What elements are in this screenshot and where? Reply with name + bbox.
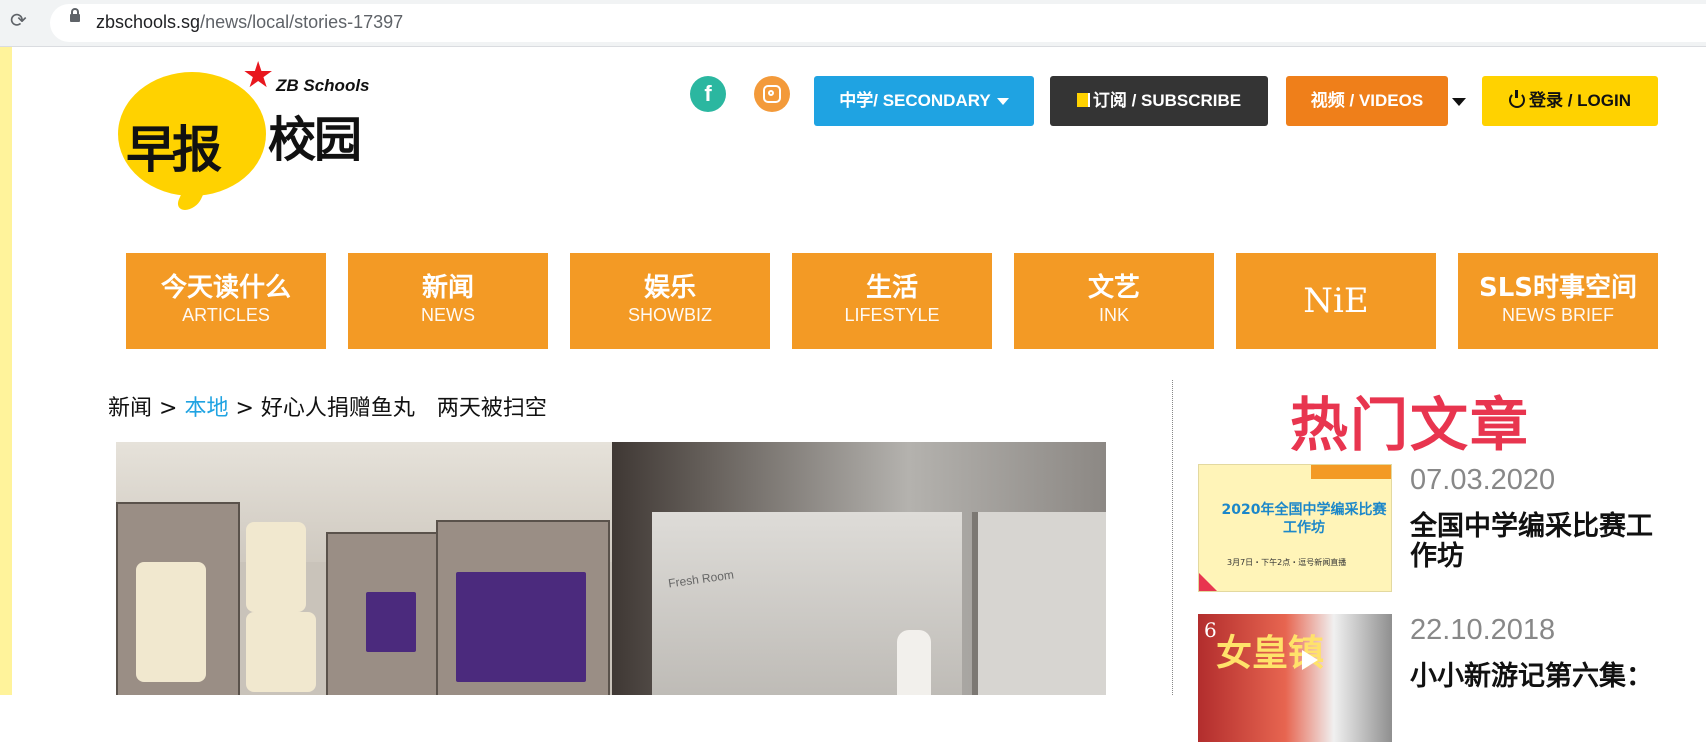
subscribe-button[interactable]: 订阅 / SUBSCRIBE (1050, 76, 1268, 126)
photo-package (366, 592, 416, 652)
subscribe-label: 订阅 / SUBSCRIBE (1092, 91, 1242, 110)
popular-articles-heading: 热门文章 (1289, 391, 1530, 459)
nav-articles[interactable]: 今天读什么 ARTICLES (126, 253, 326, 349)
instagram-glyph (763, 85, 781, 103)
thumbnail-episode-number: 6 (1204, 618, 1217, 642)
photo-fridges-outside (116, 442, 612, 695)
photo-fridge-open: Fresh Room (612, 442, 1106, 695)
article-title-link[interactable]: 全国中学编采比赛工作坊 (1410, 512, 1672, 572)
thumbnail-title: 2020年全国中学编采比赛工作坊 (1221, 502, 1387, 536)
nav-label-cn: 生活 (865, 273, 918, 303)
photo-bottle (897, 630, 931, 695)
nav-label-en: LIFESTYLE (844, 305, 940, 325)
nav-news-brief[interactable]: SLS时事空间 NEWS BRIEF (1458, 253, 1658, 349)
nav-label-cn: SLS时事空间 (1478, 273, 1638, 303)
article-thumbnail[interactable]: 6 女皇镇 (1198, 614, 1392, 742)
photo-fridge-door (972, 512, 1106, 695)
nav-lifestyle[interactable]: 生活 LIFESTYLE (792, 253, 992, 349)
nav-nie[interactable]: NiE (1236, 253, 1436, 349)
star-icon: ★ (242, 55, 275, 96)
facebook-icon[interactable]: f (690, 76, 726, 112)
photo-fishball-bag (246, 522, 306, 612)
breadcrumb-separator: > (228, 396, 261, 421)
nav-label-en: ARTICLES (182, 305, 270, 325)
instagram-icon[interactable] (754, 76, 790, 112)
left-edge-strip (0, 0, 12, 695)
lock-icon[interactable] (70, 8, 80, 22)
site-logo[interactable]: ★ ZB Schools 早报 校园 (118, 58, 418, 226)
thumbnail-corner (1199, 573, 1217, 591)
play-icon (1302, 650, 1318, 670)
article-title-link[interactable]: 小小新游记第六集： (1410, 662, 1672, 692)
nav-ink[interactable]: 文艺 INK (1014, 253, 1214, 349)
nav-label-cn: 今天读什么 (160, 273, 291, 303)
browser-address-bar: ⟳ zbschools.sg/news/local/stories-17397 (0, 0, 1706, 47)
photo-package (456, 572, 586, 682)
power-icon (1509, 90, 1525, 108)
url-path: /news/local/stories-17397 (200, 12, 404, 32)
nav-news[interactable]: 新闻 NEWS (348, 253, 548, 349)
nav-label-nie: NiE (1303, 281, 1369, 321)
nav-showbiz[interactable]: 娱乐 SHOWBIZ (570, 253, 770, 349)
nav-label-cn: 文艺 (1087, 273, 1140, 303)
article-date: 07.03.2020 (1410, 464, 1556, 496)
photo-fishball-bag (246, 612, 316, 692)
reload-icon[interactable]: ⟳ (10, 8, 27, 32)
nav-label-en: NEWS (421, 305, 475, 325)
breadcrumb-section[interactable]: 新闻 (108, 396, 152, 421)
article-date: 22.10.2018 (1410, 614, 1556, 646)
nav-label-en: SHOWBIZ (628, 305, 712, 325)
nav-label-cn: 娱乐 (643, 273, 696, 303)
login-label: 登录 / LOGIN (1529, 91, 1631, 110)
logo-brand-en: ZB Schools (276, 76, 370, 95)
photo-fishball-bag (136, 562, 206, 682)
article-thumbnail[interactable]: 2020年全国中学编采比赛工作坊 3月7日・下午2点・逗号新闻直播 (1198, 464, 1392, 592)
nav-label-en: INK (1098, 305, 1129, 325)
chevron-down-icon (996, 98, 1009, 106)
breadcrumb-subsection-link[interactable]: 本地 (184, 396, 228, 421)
logo-brand-cn-1: 早报 (126, 121, 222, 179)
nav-label-cn: 新闻 (421, 273, 474, 303)
book-icon (1076, 93, 1090, 107)
secondary-label: 中学/ SECONDARY (839, 91, 991, 110)
thumbnail-stripe (1311, 465, 1391, 479)
url-field[interactable]: zbschools.sg/news/local/stories-17397 (50, 4, 1706, 42)
videos-button[interactable]: 视频 / VIDEOS (1286, 76, 1448, 126)
login-button[interactable]: 登录 / LOGIN (1482, 76, 1658, 126)
url-text[interactable]: zbschools.sg/news/local/stories-17397 (96, 12, 403, 33)
secondary-dropdown-button[interactable]: 中学/ SECONDARY (814, 76, 1034, 126)
breadcrumb: 新闻 > 本地 > 好心人捐赠鱼丸 两天被扫空 (108, 390, 547, 422)
logo-brand-cn-2: 校园 (268, 112, 362, 168)
thumbnail-subtitle: 3月7日・下午2点・逗号新闻直播 (1227, 558, 1347, 567)
videos-label: 视频 / VIDEOS (1310, 91, 1424, 110)
column-divider (1172, 380, 1173, 695)
videos-dropdown-icon[interactable] (1452, 98, 1466, 106)
breadcrumb-separator: > (152, 396, 185, 421)
nav-label-en: NEWS BRIEF (1501, 305, 1614, 325)
breadcrumb-article: 好心人捐赠鱼丸 两天被扫空 (260, 396, 547, 421)
article-photo: Fresh Room (116, 442, 1106, 695)
url-domain: zbschools.sg (96, 12, 201, 32)
